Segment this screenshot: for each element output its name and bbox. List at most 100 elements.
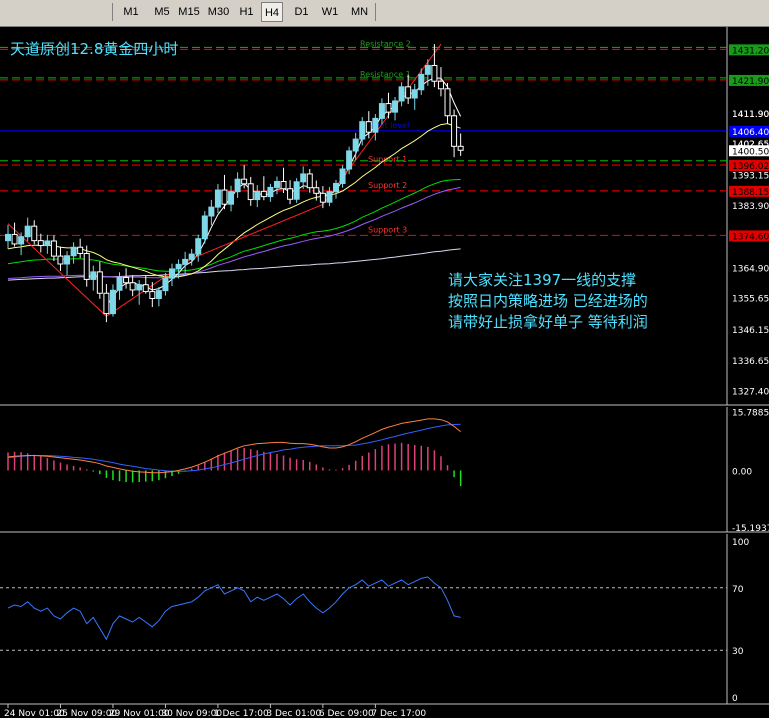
candle-body [90, 271, 97, 280]
time-label: 6 Dec 09:00 [319, 709, 374, 718]
candle-body [5, 233, 11, 242]
candle-body [96, 271, 103, 294]
time-label: 1 Dec 17:00 [214, 709, 269, 718]
candle-body [346, 150, 353, 170]
candle-body [149, 291, 156, 300]
candle-body [123, 276, 130, 284]
candle-body [405, 86, 412, 99]
rsi-pane-bg [0, 534, 769, 704]
rsi-pane: 100 70 30 0 [0, 534, 769, 705]
annotation-text: 按照日内策略进场 已经进场的 [448, 292, 648, 310]
candle-body [431, 64, 438, 82]
timeframe-m1[interactable]: M1 [119, 2, 143, 22]
level-label: Resistance 1 [360, 70, 411, 79]
price-tick-label: 1355.65 [732, 295, 769, 305]
candle-body [300, 173, 307, 183]
candle-body [280, 180, 287, 190]
macd-tick-label: -15.1937 [732, 524, 769, 534]
price-tag: 1431.20 [732, 46, 769, 56]
level-label: Support 3 [368, 225, 407, 234]
candle-body [195, 238, 202, 255]
candle-body [214, 189, 221, 208]
candle-body [175, 263, 182, 270]
rsi-tick-label: 100 [732, 538, 749, 548]
timeframe-w1[interactable]: W1 [318, 2, 342, 22]
timeframe-mn[interactable]: MN [346, 2, 373, 22]
chart-title: 天道原创12.8黄金四小时 [10, 40, 178, 58]
candle-body [24, 225, 31, 238]
timeframe-m5[interactable]: M5 [149, 2, 175, 22]
timeframe-h4[interactable]: H4 [261, 2, 283, 22]
candle-body [155, 290, 162, 300]
candle-body [333, 182, 339, 193]
annotation-text: 请带好止损拿好单子 等待利润 [448, 313, 648, 331]
candle-body [287, 188, 294, 200]
price-tag: 1374.60 [732, 232, 769, 242]
candle-body [398, 86, 405, 102]
level-label: Support 2 [368, 181, 407, 190]
candle-body [188, 253, 195, 260]
candle-body [70, 246, 77, 257]
candle-body [352, 138, 359, 152]
price-tick-label: 1364.90 [732, 264, 769, 274]
candle-body [77, 246, 84, 254]
price-tag: 1421.90 [732, 77, 769, 87]
macd-tick-label: 0.00 [732, 467, 752, 477]
timeframe-d1[interactable]: D1 [290, 2, 313, 22]
candle-body [116, 276, 123, 291]
candle-body [109, 289, 116, 315]
candle-body [326, 191, 333, 203]
price-pane: 1431.201421.901411.901402.651400.501393.… [0, 27, 769, 406]
price-tick-label: 1327.40 [732, 388, 769, 398]
candle-body [260, 190, 267, 198]
timeframe-h1[interactable]: H1 [235, 2, 258, 22]
macd-pane-bg [0, 407, 769, 532]
candle-body [136, 284, 143, 291]
price-tag: 1396.02 [732, 162, 769, 172]
candle-body [411, 89, 418, 99]
candle-body [201, 215, 208, 240]
candle-body [44, 240, 51, 247]
candle-body [418, 73, 425, 91]
candle-body [359, 121, 366, 140]
candle-body [129, 282, 136, 291]
candle-body [306, 173, 313, 189]
candle-body [293, 181, 300, 200]
candle-body [37, 240, 44, 247]
candle-body [182, 258, 189, 265]
candle-body [208, 206, 215, 217]
candle-body [162, 277, 169, 292]
candle-body [64, 255, 71, 265]
toolbar-separator [375, 3, 376, 21]
candle-body [254, 190, 261, 201]
candle-body [424, 64, 431, 75]
candle-body [169, 268, 175, 279]
price-tick-label: 1393.15 [732, 171, 769, 181]
price-pane-bg [0, 27, 769, 405]
candle-body [18, 236, 25, 245]
candle-body [457, 145, 464, 151]
candle-body [437, 80, 444, 90]
candle-body [228, 191, 235, 205]
candle-body [83, 252, 90, 280]
candle-body [451, 115, 458, 147]
macd-pane: 15.7885 0.00 -15.1937 [0, 407, 769, 534]
candle-body [273, 180, 280, 188]
level-label: Support 1 [368, 155, 407, 164]
candle-body [11, 233, 18, 245]
candle-body [142, 284, 149, 293]
price-tick-label: 1336.65 [732, 357, 769, 367]
annotation-text: 请大家关注1397一线的支撑 [448, 271, 636, 289]
level-label: Resistance 2 [360, 39, 411, 48]
rsi-tick-label: 0 [732, 694, 738, 704]
candle-body [372, 117, 379, 133]
price-tag: 1388.15 [732, 188, 769, 198]
time-label: 7 Dec 17:00 [371, 709, 426, 718]
chart-area: 1431.201421.901411.901402.651400.501393.… [0, 27, 769, 718]
timeframe-m15[interactable]: M15 [176, 2, 202, 22]
candle-body [50, 240, 57, 257]
timeframe-m30[interactable]: M30 [204, 2, 233, 22]
rsi-tick-label: 70 [732, 585, 744, 595]
timeframe-toolbar: M1 M5 M15 M30 H1 H4 D1 W1 MN [0, 0, 769, 27]
price-tag: 1411.90 [732, 110, 769, 120]
